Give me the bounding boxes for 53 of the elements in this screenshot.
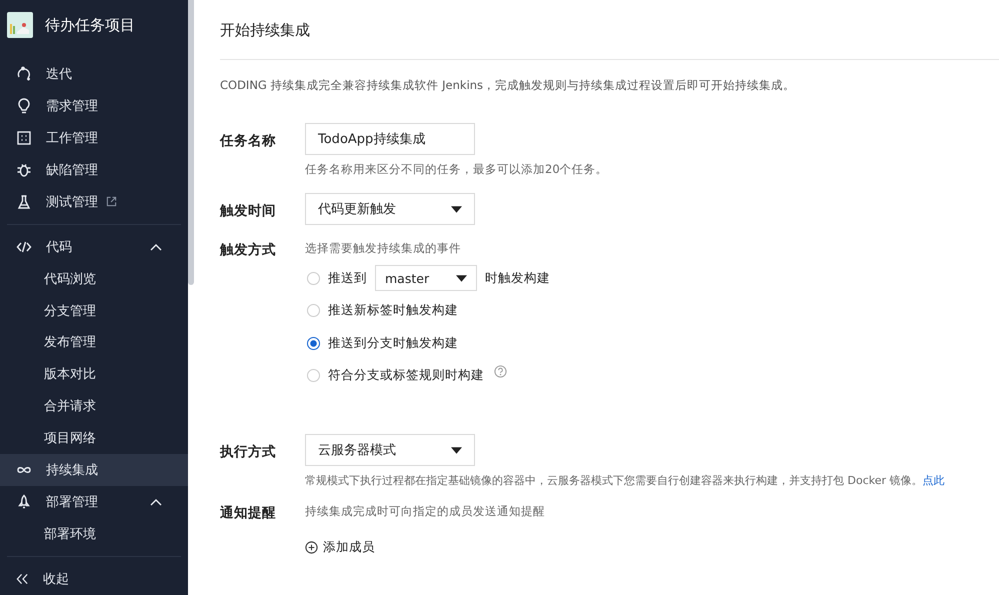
dropdown[interactable]: 云服务器模式 xyxy=(305,434,475,466)
add-member-button[interactable]: 添加成员 xyxy=(305,539,375,556)
plus-circle-icon xyxy=(305,541,318,554)
sidebar-subitem[interactable]: 合并请求 xyxy=(0,390,188,422)
description-text: CODING 持续集成完全兼容持续集成软件 Jenkins，完成触发规则与持续集成过程设置后即可开始持续集成。 xyxy=(220,78,796,93)
collapse-button[interactable]: 收起 xyxy=(0,563,188,595)
option-label: 推送到 xyxy=(328,270,367,287)
sidebar-item[interactable]: 部署管理 xyxy=(0,486,188,518)
branch-dropdown[interactable]: master xyxy=(375,265,477,292)
dropdown-arrow-icon xyxy=(451,446,462,454)
help-icon[interactable] xyxy=(494,365,507,378)
option-label: 符合分支或标签规则时构建 xyxy=(328,367,484,384)
field-label: 任务名称 xyxy=(220,132,277,151)
option-label: 时触发构建 xyxy=(485,270,550,287)
field-label: 执行方式 xyxy=(220,443,277,462)
grid-icon xyxy=(16,130,32,146)
sidebar-item[interactable]: 需求管理 xyxy=(0,90,188,122)
project-logo-icon xyxy=(7,12,33,38)
hint-text: 任务名称用来区分不同的任务，最多可以添加20个任务。 xyxy=(305,162,609,177)
sidebar-subitem[interactable]: 发布管理 xyxy=(0,326,188,358)
double-chevron-left-icon xyxy=(16,573,29,585)
sidebar-item[interactable]: 缺陷管理 xyxy=(0,154,188,186)
field-label: 触发方式 xyxy=(220,241,277,260)
sidebar-item[interactable]: 工作管理 xyxy=(0,122,188,154)
rocket-icon xyxy=(16,494,32,510)
sidebar-subitem[interactable]: 部署环境 xyxy=(0,518,188,550)
sidebar-item[interactable]: 持续集成 xyxy=(0,454,188,486)
sidebar-subitem[interactable]: 版本对比 xyxy=(0,358,188,390)
hint-text: 选择需要触发持续集成的事件 xyxy=(305,241,462,256)
sidebar-item[interactable]: 代码 xyxy=(0,230,188,263)
sidebar-subitem[interactable]: 分支管理 xyxy=(0,294,188,326)
sidebar-item[interactable]: 测试管理 xyxy=(0,186,188,218)
option-label: 推送新标签时触发构建 xyxy=(328,302,458,320)
hint-text: 持续集成完成时可向指定的成员发送通知提醒 xyxy=(305,504,546,519)
field-label: 通知提醒 xyxy=(220,504,277,523)
dropdown-arrow-icon xyxy=(456,274,467,282)
radio-button[interactable] xyxy=(307,336,320,350)
sidebar-item[interactable]: 迭代 xyxy=(0,58,188,90)
learn-more-link[interactable]: 点此 xyxy=(922,474,945,487)
field-label: 触发时间 xyxy=(220,202,277,221)
bug-icon xyxy=(16,162,32,178)
sidebar-subitem[interactable]: 代码浏览 xyxy=(0,262,188,295)
dropdown[interactable]: 代码更新触发 xyxy=(305,193,475,225)
page-title: 开始持续集成 xyxy=(220,21,311,41)
hint-text: 常规模式下执行过程都在指定基础镜像的容器中，云服务器模式下您需要自行创建容器来执行构建，并支持打包 Docker 镜像。点此 xyxy=(305,473,946,488)
task-name-field[interactable]: TodoApp持续集成 xyxy=(305,123,475,155)
loop-icon xyxy=(16,66,32,82)
dropdown-arrow-icon xyxy=(451,206,462,212)
flask-icon xyxy=(16,194,32,210)
sidebar-subitem[interactable]: 项目网络 xyxy=(0,422,188,454)
bulb-icon xyxy=(16,98,32,114)
project-name: 待办任务项目 xyxy=(45,16,135,34)
option-label: 推送到分支时触发构建 xyxy=(328,334,458,352)
